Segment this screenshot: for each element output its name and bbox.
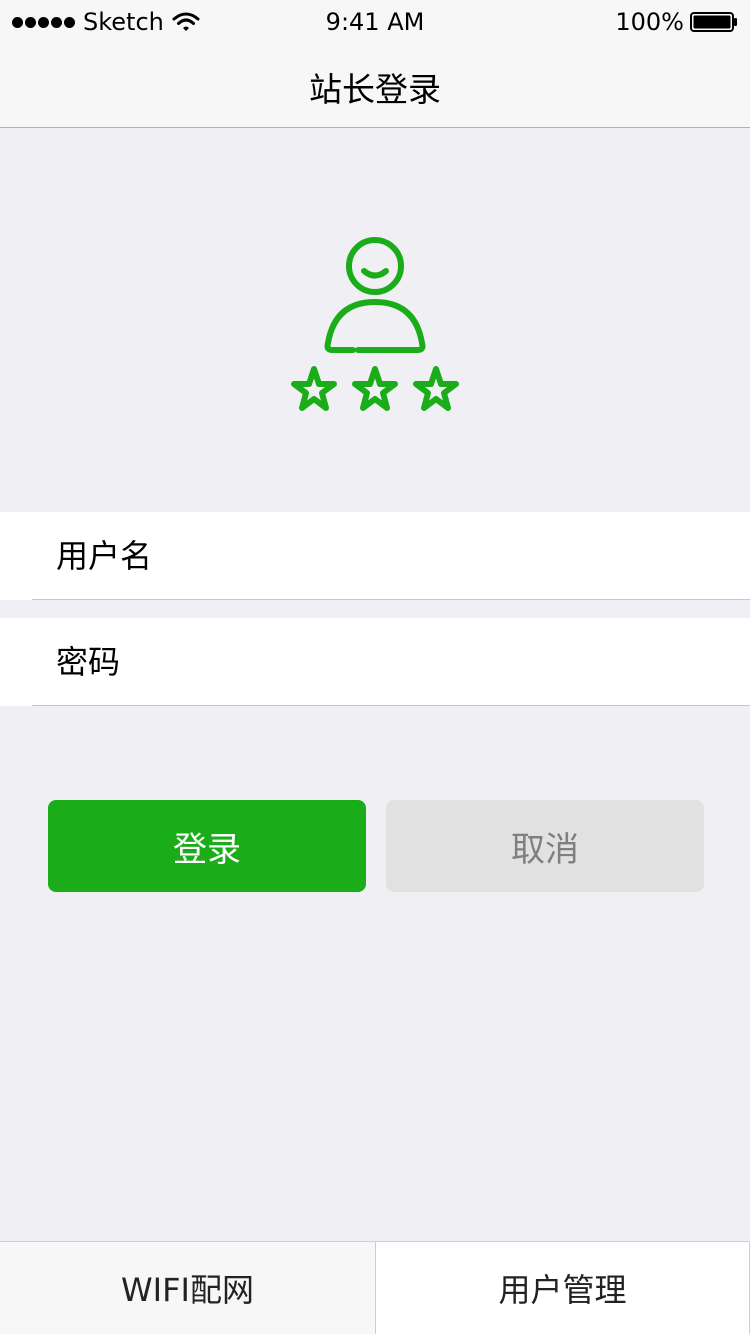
status-bar: Sketch 9:41 AM 100% [0,0,750,44]
username-row [0,512,750,600]
password-divider [32,705,750,706]
navigation-bar: 站长登录 [0,44,750,128]
password-input[interactable] [56,618,716,705]
page-title: 站长登录 [309,70,441,109]
username-input[interactable] [56,512,716,599]
tab-bar: WIFI配网 用户管理 [0,1241,750,1334]
battery-icon [690,12,737,32]
cancel-button[interactable]: 取消 [386,800,704,892]
tab-user-management[interactable]: 用户管理 [375,1242,750,1334]
status-right: 100% [615,8,738,36]
login-button[interactable]: 登录 [48,800,366,892]
username-divider [32,599,750,600]
webmaster-user-stars-icon [291,237,470,411]
battery-percentage: 100% [615,8,684,36]
tab-wifi-config[interactable]: WIFI配网 [0,1242,375,1334]
password-row [0,618,750,706]
